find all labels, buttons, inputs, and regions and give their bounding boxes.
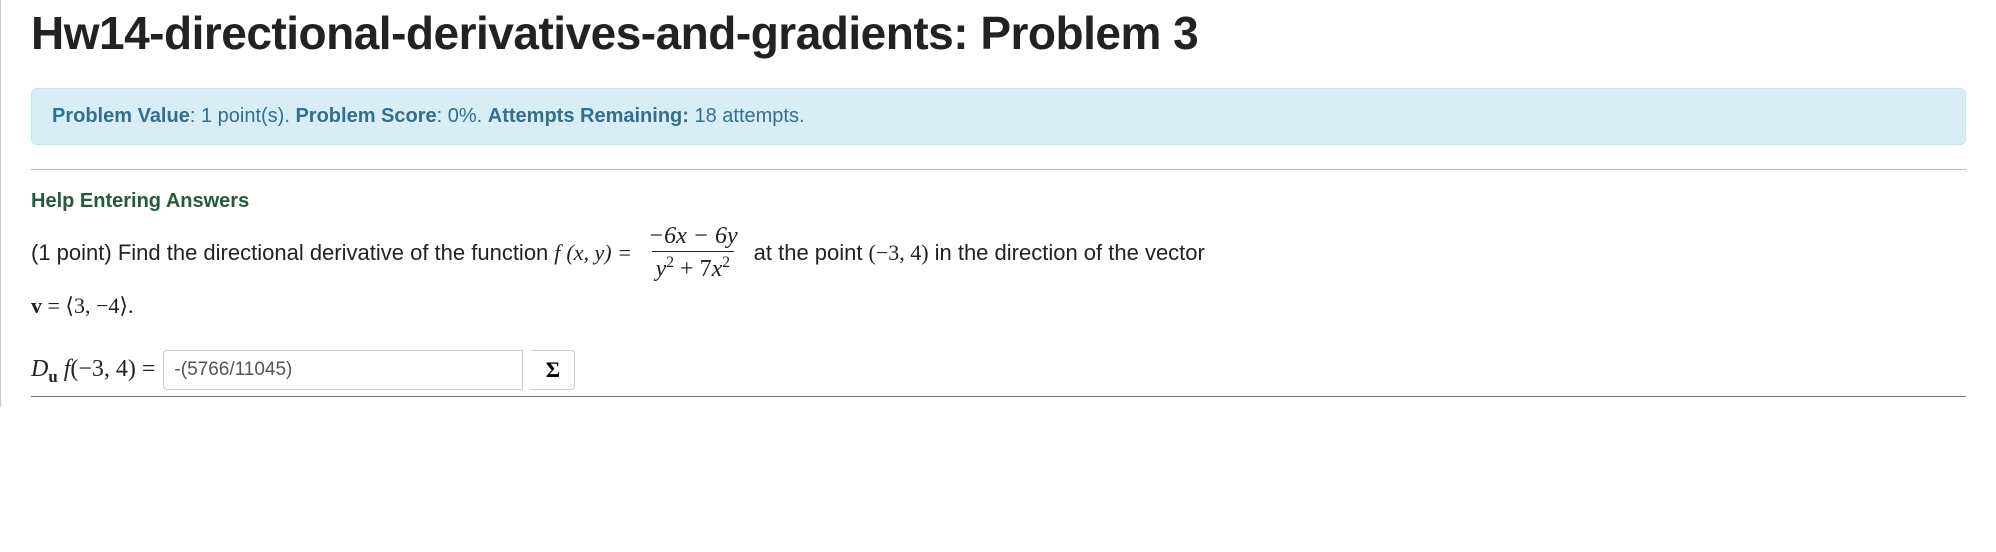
attempts-remaining: 18 attempts. <box>694 105 804 127</box>
divider <box>31 169 1966 170</box>
problem-value: 1 point(s). <box>201 105 290 127</box>
answer-input[interactable] <box>163 350 523 390</box>
problem-score: 0%. <box>448 105 482 127</box>
vector-v: v <box>31 293 42 318</box>
answer-label: Du f(−3, 4) = <box>31 351 155 389</box>
help-entering-answers-link[interactable]: Help Entering Answers <box>31 190 249 213</box>
fraction-denominator: y2 + 7x2 <box>652 251 734 282</box>
point: (−3, 4) <box>869 236 929 269</box>
problem-prefix: (1 point) Find the directional derivativ… <box>31 236 548 269</box>
func-args: (x, y) = <box>566 236 632 269</box>
problem-mid: at the point <box>754 236 863 269</box>
problem-status-alert: Problem Value: 1 point(s). Problem Score… <box>31 88 1966 145</box>
problem-suffix: in the direction of the vector <box>935 236 1205 269</box>
equation-editor-button[interactable]: Σ <box>531 350 575 390</box>
fraction: −6x − 6y y2 + 7x2 <box>644 223 742 283</box>
label-attempts-remaining: Attempts Remaining: <box>488 105 689 127</box>
label-problem-value: Problem Value <box>52 105 190 127</box>
bottom-divider <box>31 396 1966 397</box>
vector-value: = ⟨3, −4⟩. <box>42 293 133 318</box>
answer-row: Du f(−3, 4) = Σ <box>31 350 1966 390</box>
label-problem-score: Problem Score <box>295 105 436 127</box>
func-f: f <box>554 236 560 269</box>
sigma-icon: Σ <box>546 357 560 383</box>
problem-statement: (1 point) Find the directional derivativ… <box>31 223 1966 390</box>
fraction-numerator: −6x − 6y <box>644 223 742 251</box>
page-title: Hw14-directional-derivatives-and-gradien… <box>31 6 1966 60</box>
